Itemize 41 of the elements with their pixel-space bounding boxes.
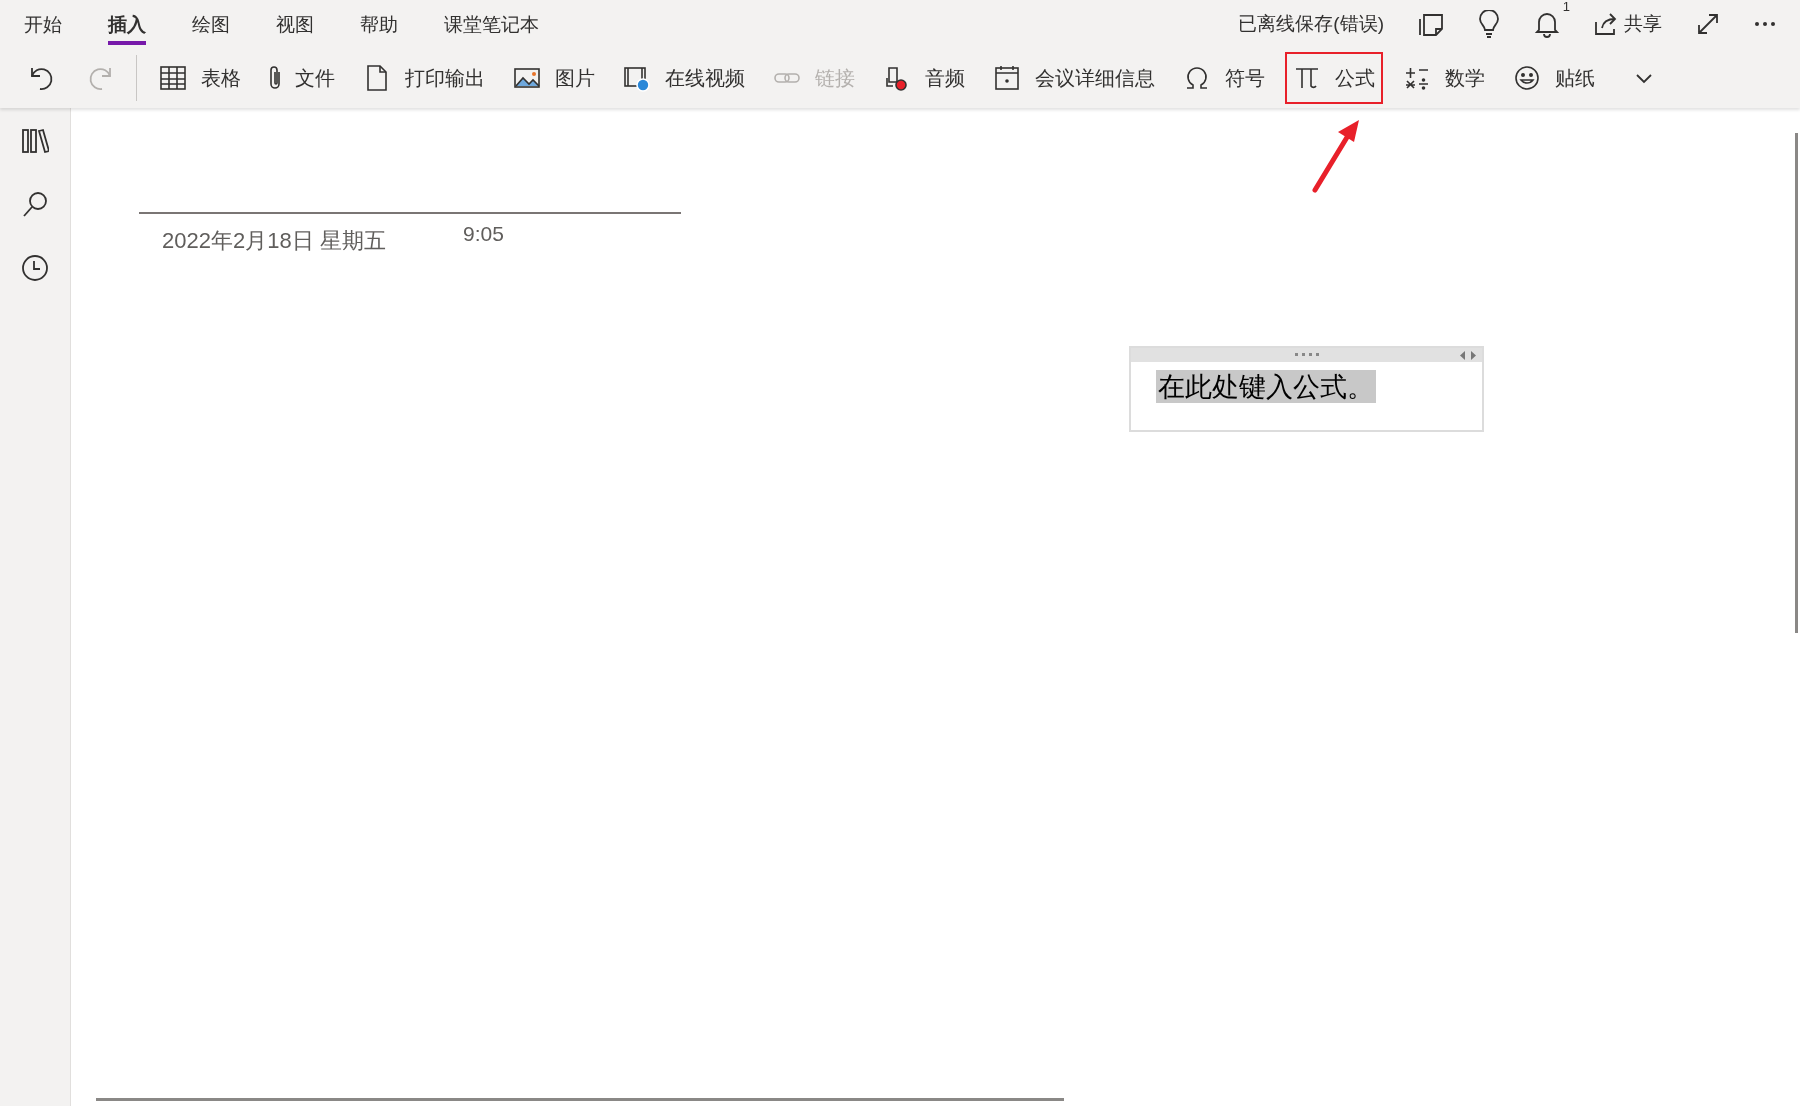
equation-placeholder[interactable]: 在此处键入公式。 — [1156, 370, 1376, 403]
bell-icon[interactable] — [1534, 10, 1560, 38]
menu-tab[interactable]: 插入 — [108, 3, 146, 45]
scrollbar[interactable] — [1795, 133, 1798, 633]
table-icon — [159, 64, 187, 92]
calendar-icon — [993, 64, 1021, 92]
save-status: 已离线保存(错误) — [1238, 11, 1384, 36]
sticky-note-icon[interactable] — [1418, 11, 1444, 37]
toolbar-button[interactable]: 贴纸 — [1505, 52, 1603, 104]
toolbar-button[interactable]: 在线视频 — [615, 52, 753, 104]
share-button[interactable]: 共享 — [1594, 9, 1662, 39]
toolbar-button[interactable]: 表格 — [151, 52, 249, 104]
page-time: 9:05 — [463, 221, 504, 247]
page-date: 2022年2月18日 星期五 — [162, 227, 386, 255]
expand-icon[interactable] — [1696, 12, 1720, 36]
menu-tab[interactable]: 开始 — [24, 3, 62, 45]
notification-count: 1 — [1562, 0, 1570, 14]
more-options-icon[interactable] — [1754, 21, 1776, 27]
share-icon — [1594, 12, 1618, 36]
menu-tab[interactable]: 视图 — [276, 3, 314, 45]
toolbar-button[interactable]: 音频 — [875, 52, 973, 104]
toolbar-button[interactable]: 文件 — [261, 52, 343, 104]
toolbar-button[interactable]: 打印输出 — [355, 52, 493, 104]
video-globe-icon — [623, 64, 651, 92]
menu-tab[interactable]: 帮助 — [360, 3, 398, 45]
resize-arrows-icon[interactable] — [1460, 351, 1476, 360]
menu-tab[interactable]: 绘图 — [192, 3, 230, 45]
toolbar-button[interactable]: 公式 — [1285, 52, 1383, 104]
search-icon[interactable] — [21, 190, 49, 218]
toolbar-button[interactable]: 图片 — [505, 52, 603, 104]
drag-handle-icon[interactable] — [1294, 353, 1319, 357]
notebooks-icon[interactable] — [21, 128, 49, 154]
toolbar-button[interactable]: 符号 — [1175, 52, 1273, 104]
menu-tab[interactable]: 课堂笔记本 — [444, 3, 539, 45]
recent-clock-icon[interactable] — [21, 254, 49, 282]
smiley-icon — [1513, 64, 1541, 92]
toolbar-button[interactable]: 会议详细信息 — [985, 52, 1163, 104]
container-handle-bar[interactable] — [1131, 348, 1482, 362]
paperclip-icon — [269, 64, 281, 92]
lightbulb-icon[interactable] — [1478, 10, 1500, 38]
toolbar-button[interactable]: 数学 — [1395, 52, 1493, 104]
